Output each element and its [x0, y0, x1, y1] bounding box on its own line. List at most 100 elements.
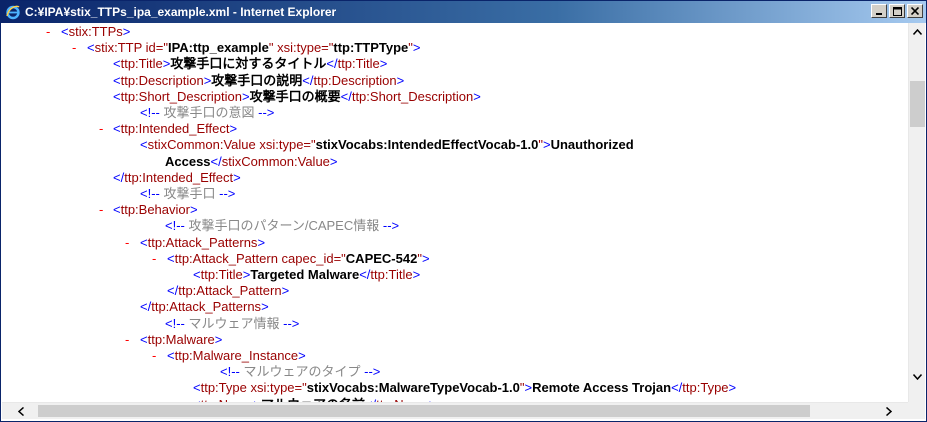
xml-token-an: capec_id=" [277, 250, 346, 266]
collapse-toggle[interactable]: - [152, 348, 156, 364]
xml-token-txt: Remote Access Trojan [532, 380, 672, 396]
maximize-icon [892, 6, 902, 16]
xml-token-br: < [113, 72, 121, 88]
collapse-toggle[interactable]: - [46, 24, 50, 40]
xml-token-an: xsi:type=" [246, 380, 307, 396]
xml-line: <ttp:Attack_Patterns> [140, 235, 265, 251]
vertical-scroll-thumb[interactable] [910, 81, 925, 127]
xml-token-cmtb: --> [219, 186, 236, 201]
xml-token-br: > [298, 348, 306, 363]
xml-token-txt: Unauthorized [550, 137, 634, 153]
chevron-down-icon [913, 373, 922, 380]
scroll-up-button[interactable] [909, 23, 926, 40]
window-controls [871, 4, 923, 18]
xml-line: <!-- 攻撃手口 --> [140, 186, 235, 202]
xml-line: <stixCommon:Value xsi:type="stixVocabs:I… [140, 137, 634, 153]
xml-token-cmtb: <!-- [165, 315, 185, 331]
xml-token-br: > [412, 267, 421, 282]
xml-line: <ttp:Intended_Effect> [113, 121, 237, 137]
horizontal-scroll-thumb[interactable] [38, 405, 810, 417]
xml-token-br: > [379, 56, 388, 72]
collapse-toggle[interactable]: - [125, 235, 129, 251]
xml-token-br: > [233, 169, 241, 185]
xml-token-tag: stix:TTP [94, 40, 143, 56]
xml-line: Access</stixCommon:Value> [165, 154, 338, 170]
xml-token-br: > [524, 380, 533, 396]
xml-token-br: < [87, 40, 95, 56]
collapse-toggle[interactable]: - [99, 121, 103, 137]
xml-line: </ttp:Intended_Effect> [113, 170, 241, 186]
xml-token-br: < [167, 250, 175, 266]
xml-token-br: > [261, 299, 269, 315]
xml-token-txt: 攻撃手口の概要 [249, 88, 341, 104]
maximize-button[interactable] [889, 4, 905, 18]
xml-token-br: > [412, 40, 421, 56]
xml-token-av: ttp:TTPType [333, 40, 409, 56]
xml-token-av: IPA:ttp_example [167, 40, 269, 56]
xml-token-br: < [140, 137, 148, 153]
xml-line: <!-- 攻撃手口のパターン/CAPEC情報 --> [165, 218, 399, 234]
xml-token-br: < [61, 24, 69, 39]
scroll-right-button[interactable] [880, 403, 897, 420]
minimize-button[interactable] [871, 4, 887, 18]
xml-token-av: stixVocabs:MalwareTypeVocab-1.0 [306, 380, 520, 396]
chevron-left-icon [17, 407, 24, 416]
xml-token-br: > [257, 234, 266, 250]
xml-line: </ttp:Attack_Pattern> [167, 283, 289, 299]
scroll-down-button[interactable] [909, 368, 926, 385]
xml-token-br: > [421, 250, 430, 266]
xml-token-br: < [193, 267, 201, 282]
xml-token-br: </ [340, 88, 352, 104]
xml-document-view[interactable]: - <stix:TTPs> - <stix:TTP id="IPA:ttp_examp… [2, 23, 908, 402]
xml-line: <!-- 攻撃手口の意図 --> [140, 105, 274, 121]
xml-token-cmtb: --> [283, 315, 300, 331]
horizontal-scrollbar[interactable] [2, 402, 908, 419]
xml-line: <ttp:Title>Targeted Malware</ttp:Title> [193, 267, 420, 283]
xml-line: <ttp:Title>攻撃手口に対するタイトル</ttp:Title> [113, 56, 387, 72]
xml-token-br: </ [326, 56, 338, 72]
scroll-left-button[interactable] [12, 403, 29, 420]
vertical-scrollbar[interactable] [908, 23, 925, 402]
chevron-right-icon [885, 407, 892, 416]
xml-token-cmtb: <!-- [165, 218, 185, 234]
xml-token-tag: ttp:Malware [147, 331, 215, 347]
xml-token-tag: ttp:Title [200, 267, 243, 282]
xml-token-tag: ttp:Title [120, 56, 163, 72]
chevron-up-icon [913, 28, 922, 35]
xml-token-tag: ttp:Malware_Instance [174, 348, 299, 363]
xml-token-br: > [329, 153, 338, 169]
xml-token-br: > [473, 88, 481, 104]
xml-line: <!-- マルウェアのタイプ --> [220, 364, 380, 380]
xml-token-tag: ttp:Description [313, 72, 397, 88]
xml-line: <stix:TTPs> [61, 24, 130, 40]
xml-token-br: < [193, 380, 201, 396]
xml-token-cmtb: <!-- [140, 105, 160, 120]
xml-token-cmt: マルウェア情報 [184, 315, 284, 331]
collapse-toggle[interactable]: - [72, 40, 76, 56]
xml-token-an: xsi:type=" [255, 137, 316, 153]
xml-token-cmtb: --> [382, 218, 400, 234]
collapse-toggle[interactable]: - [99, 202, 103, 218]
xml-line: <ttp:Behavior> [113, 202, 198, 218]
xml-token-cmtb: <!-- [220, 364, 240, 380]
xml-token-br: </ [359, 267, 371, 282]
xml-token-br: < [113, 56, 121, 72]
xml-token-br: > [214, 331, 223, 347]
xml-token-cmtb: --> [258, 105, 275, 120]
xml-token-br: > [728, 380, 737, 396]
collapse-toggle[interactable]: - [152, 251, 156, 267]
xml-token-tag: ttp:Attack_Pattern [178, 283, 282, 299]
xml-token-tag: stixCommon:Value [221, 153, 330, 169]
close-button[interactable] [907, 4, 923, 18]
xml-token-br: > [396, 72, 405, 88]
collapse-toggle[interactable]: - [125, 332, 129, 348]
xml-token-tag: ttp:Type [682, 380, 729, 396]
close-icon [911, 7, 919, 15]
title-bar[interactable]: C:¥IPA¥stix_TTPs_ipa_example.xml - Inter… [1, 1, 926, 23]
xml-token-br: > [543, 137, 551, 153]
xml-token-br: > [189, 202, 198, 218]
xml-token-txt: Targeted Malware [250, 267, 360, 282]
xml-token-br: < [113, 202, 121, 218]
xml-token-txt: Access [165, 153, 211, 169]
xml-token-av: CAPEC-542 [345, 250, 418, 266]
